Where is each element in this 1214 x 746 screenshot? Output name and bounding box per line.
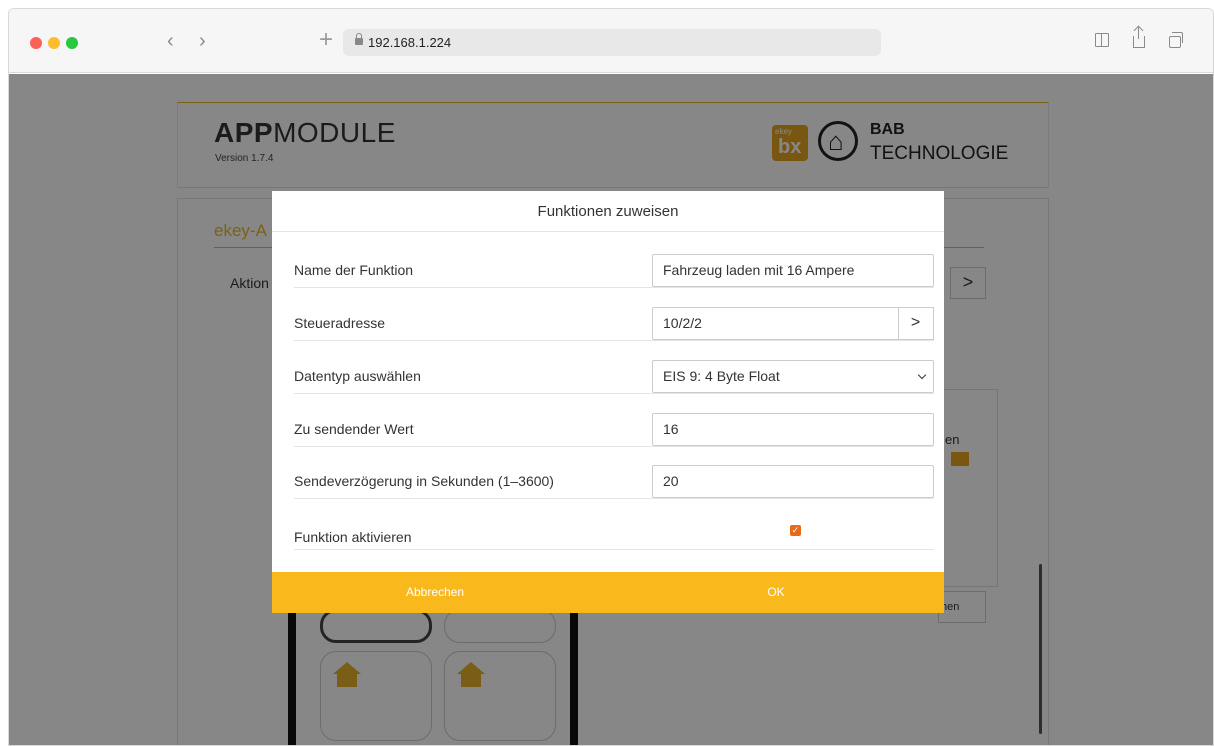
send-delay-input[interactable]: 20 (652, 465, 934, 498)
function-name-input[interactable]: Fahrzeug laden mit 16 Ampere (652, 254, 934, 287)
send-delay-row: Sendeverzögerung in Sekunden (1–3600) 20 (294, 465, 934, 499)
url-text: 192.168.1.224 (368, 35, 452, 50)
address-bar[interactable]: 192.168.1.224 (343, 29, 881, 56)
datatype-selected-value: EIS 9: 4 Byte Float (663, 368, 780, 384)
assign-functions-dialog: Funktionen zuweisen Name der Funktion Fa… (272, 191, 944, 613)
activate-function-row: Funktion aktivieren ✓ (294, 515, 934, 550)
control-address-label: Steueradresse (294, 315, 386, 331)
tabs-overview-icon[interactable] (1169, 32, 1183, 48)
control-address-picker-button[interactable]: > (898, 307, 934, 340)
datatype-label: Datentyp auswählen (294, 368, 421, 384)
dialog-footer: Abbrechen OK (272, 572, 944, 613)
reader-icon[interactable] (1095, 33, 1109, 47)
back-icon[interactable]: ‹ (167, 31, 174, 51)
control-address-row: Steueradresse 10/2/2 > (294, 307, 934, 341)
cancel-button[interactable]: Abbrechen (272, 572, 598, 613)
dialog-title: Funktionen zuweisen (272, 191, 944, 232)
activate-function-checkbox[interactable]: ✓ (790, 525, 801, 536)
send-delay-label: Sendeverzögerung in Sekunden (1–3600) (294, 473, 554, 489)
minimize-window-button[interactable] (48, 37, 60, 49)
send-value-label: Zu sendender Wert (294, 421, 414, 437)
close-window-button[interactable] (30, 37, 42, 49)
lock-icon (355, 33, 363, 46)
function-name-row: Name der Funktion Fahrzeug laden mit 16 … (294, 254, 934, 288)
browser-toolbar: ‹ › + 192.168.1.224 (9, 9, 1213, 73)
share-icon[interactable] (1133, 27, 1145, 48)
send-value-row: Zu sendender Wert 16 (294, 413, 934, 447)
forward-icon[interactable]: › (199, 31, 206, 51)
control-address-input[interactable]: 10/2/2 (652, 307, 899, 340)
ok-button[interactable]: OK (608, 572, 944, 613)
new-tab-icon[interactable]: + (319, 28, 333, 52)
function-name-label: Name der Funktion (294, 262, 414, 278)
send-value-input[interactable]: 16 (652, 413, 934, 446)
datatype-select[interactable]: EIS 9: 4 Byte Float (652, 360, 934, 393)
activate-function-label: Funktion aktivieren (294, 529, 412, 545)
datatype-row: Datentyp auswählen EIS 9: 4 Byte Float (294, 360, 934, 394)
chevron-down-icon (917, 370, 927, 380)
zoom-window-button[interactable] (66, 37, 78, 49)
